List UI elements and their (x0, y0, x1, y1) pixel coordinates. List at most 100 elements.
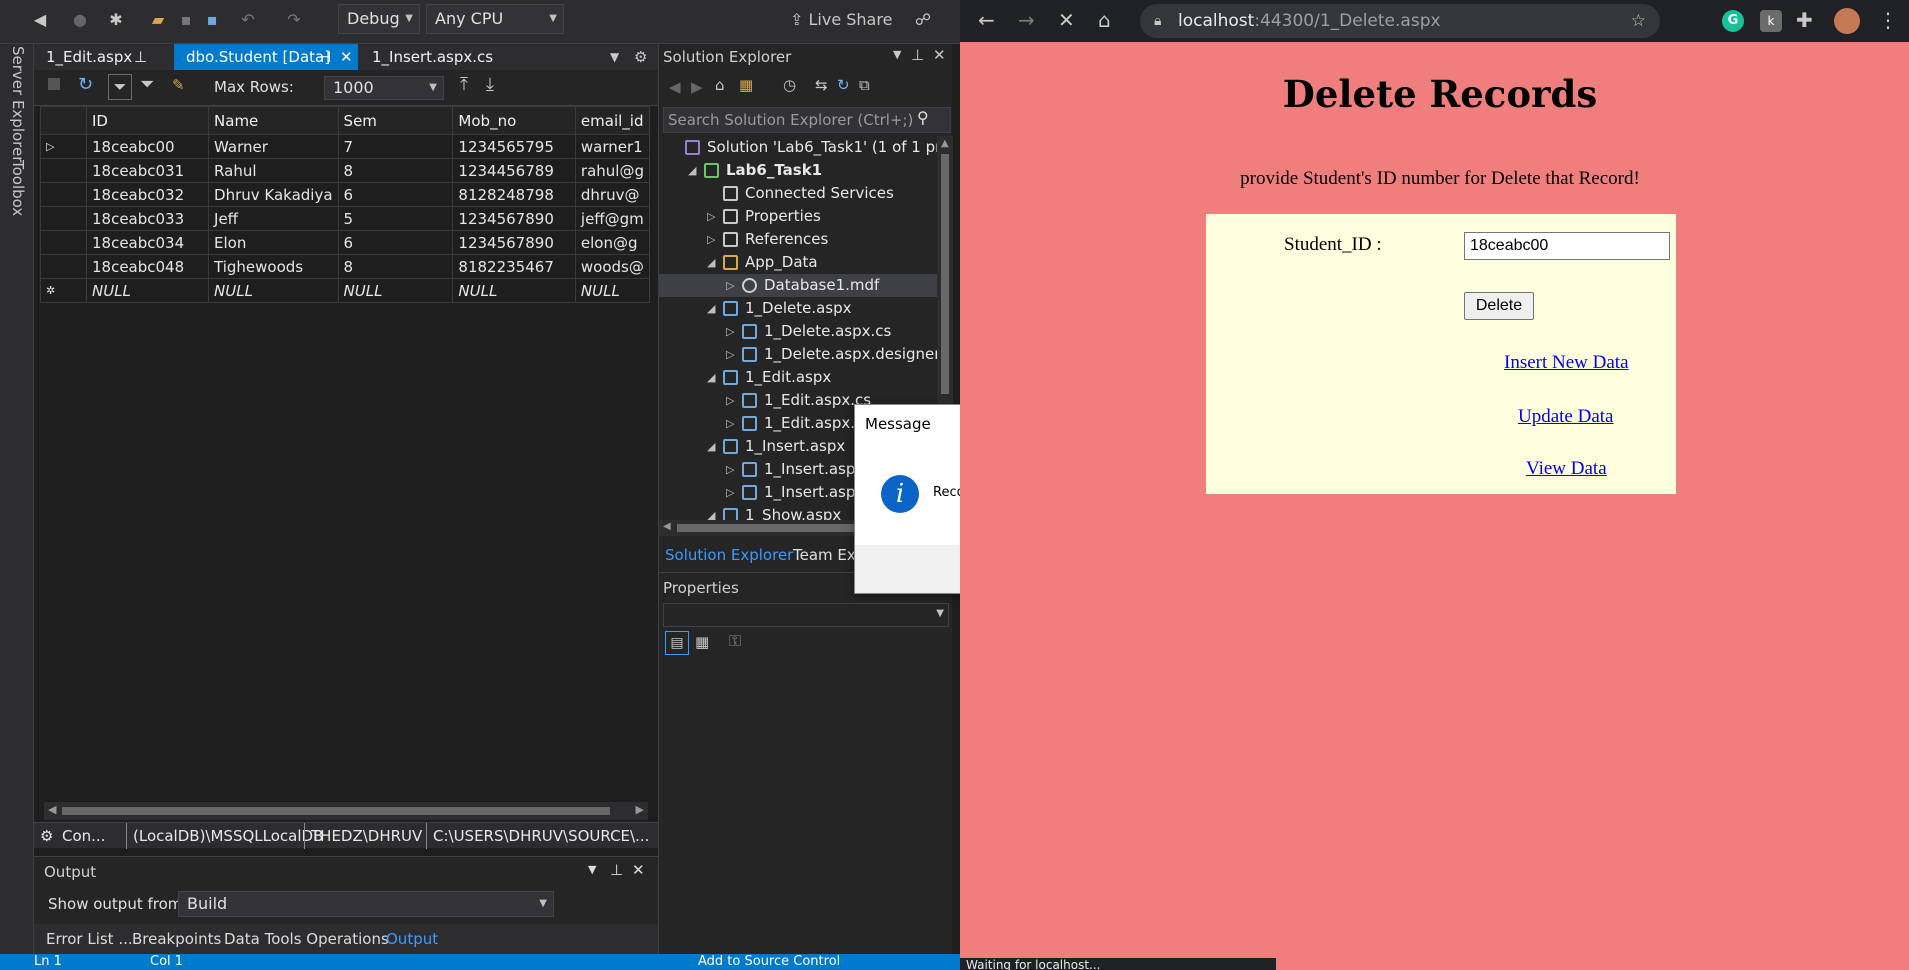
tree-item[interactable]: ▷ 1_Delete.aspx.designer.cs (659, 343, 937, 366)
home-icon[interactable]: ⌂ (715, 76, 725, 94)
cell[interactable]: 18ceabc032 (85, 182, 210, 207)
tree-item[interactable]: Solution 'Lab6_Task1' (1 of 1 project) (659, 136, 937, 159)
cell[interactable]: woods@ (574, 254, 650, 279)
cell[interactable]: 18ceabc048 (85, 254, 210, 279)
refresh-icon[interactable]: ↻ (78, 74, 93, 95)
property-pages-icon[interactable]: ⚿ (729, 631, 741, 651)
close-icon[interactable]: ✕ (933, 46, 946, 64)
output-dropdown-icon[interactable]: ▼ (588, 863, 596, 876)
import-icon[interactable]: ⤓ (486, 74, 494, 95)
tab-student-data[interactable]: dbo.Student [Data] ⊣ ✕ (174, 44, 358, 70)
scroll-up-icon[interactable]: ▲ (941, 138, 949, 149)
row-header-cell[interactable] (40, 182, 87, 207)
new-row[interactable]: ✲ NULL NULL NULL NULL NULL (40, 278, 650, 303)
address-bar[interactable]: 🔒︎ localhost:44300/1_Delete.aspx ☆ (1140, 4, 1660, 38)
cell[interactable]: 18ceabc031 (85, 158, 210, 183)
scroll-right-icon[interactable]: ▶ (636, 803, 644, 816)
null-cell[interactable]: NULL (452, 278, 576, 303)
filter-toggle-icon[interactable]: ⏷ (108, 74, 132, 100)
insert-new-data-link[interactable]: Insert New Data (1504, 352, 1629, 374)
table-row[interactable]: 18ceabc048 Tighewoods 8 8182235467 woods… (40, 254, 650, 279)
tab-breakpoints[interactable]: Breakpoints (132, 924, 221, 954)
home-icon[interactable]: ⌂ (1098, 8, 1111, 32)
forward-icon[interactable]: ▶ (691, 78, 703, 96)
output-source-select[interactable]: Build ▼ (178, 891, 554, 917)
row-header-cell[interactable] (40, 158, 87, 183)
cell[interactable]: 8182235467 (452, 254, 576, 279)
feedback-icon[interactable]: ☍ (912, 6, 934, 34)
expanded-arrow-icon[interactable]: ◢ (707, 435, 715, 458)
grid-horizontal-scrollbar[interactable]: ◀ ▶ (44, 802, 648, 820)
cell[interactable]: 1234565795 (452, 134, 576, 159)
expanded-arrow-icon[interactable]: ◢ (707, 297, 715, 320)
export-icon[interactable]: ⤒ (460, 74, 468, 95)
save-all-icon[interactable]: ▪ (202, 6, 222, 34)
close-icon[interactable]: ✕ (632, 861, 645, 879)
cell[interactable]: rahul@g (574, 158, 650, 183)
scroll-thumb[interactable] (941, 154, 949, 394)
scroll-left-icon[interactable]: ◀ (663, 521, 671, 532)
column-header-id[interactable]: ID (85, 106, 210, 135)
categorized-icon[interactable]: ▤ (665, 631, 689, 655)
back-icon[interactable]: ◀ (669, 78, 681, 96)
tab-error-list[interactable]: Error List ... (46, 924, 133, 954)
live-share-button[interactable]: ⇪ Live Share (790, 6, 904, 34)
menu-kebab-icon[interactable]: ⋮ (1878, 8, 1898, 32)
cell[interactable]: 8 (337, 254, 454, 279)
table-row[interactable]: ▷ 18ceabc00 Warner 7 1234565795 warner1 (40, 134, 650, 159)
filter-icon[interactable]: ⏷ (140, 74, 154, 95)
tree-item[interactable]: Connected Services (659, 182, 937, 205)
toolbox-tab[interactable]: Toolbox (9, 160, 27, 216)
table-row[interactable]: 18ceabc034 Elon 6 1234567890 elon@g (40, 230, 650, 255)
tree-item[interactable]: ◢ 1_Edit.aspx (659, 366, 937, 389)
expanded-arrow-icon[interactable]: ◢ (707, 251, 715, 274)
cell[interactable]: 18ceabc00 (85, 134, 210, 159)
cell[interactable]: warner1 (574, 134, 650, 159)
cell[interactable]: Rahul (208, 158, 339, 183)
scroll-thumb[interactable] (62, 807, 610, 815)
table-row[interactable]: 18ceabc032 Dhruv Kakadiya 6 8128248798 d… (40, 182, 650, 207)
collapsed-arrow-icon[interactable]: ▷ (726, 343, 734, 366)
server-explorer-tab[interactable]: Server Explorer (9, 46, 27, 162)
redo-icon[interactable]: ↷ (284, 6, 304, 34)
tab-1-insert-aspx-cs[interactable]: 1_Insert.aspx.cs (360, 44, 510, 70)
collapsed-arrow-icon[interactable]: ▷ (726, 320, 734, 343)
expanded-arrow-icon[interactable]: ◢ (688, 159, 696, 182)
puzzle-extensions-icon[interactable]: ✚ (1796, 8, 1813, 32)
max-rows-select[interactable]: 1000 ▼ (324, 76, 444, 100)
cell[interactable]: 6 (337, 230, 454, 255)
script-icon[interactable]: ✎ (172, 76, 185, 94)
cell[interactable]: 8128248798 (452, 182, 576, 207)
gear-icon[interactable]: ⚙ (634, 44, 647, 70)
column-header-email[interactable]: email_id (574, 106, 650, 135)
cell[interactable]: Warner (208, 134, 339, 159)
tree-item[interactable]: ◢ 1_Delete.aspx (659, 297, 937, 320)
cell[interactable]: 18ceabc034 (85, 230, 210, 255)
scroll-left-icon[interactable]: ◀ (48, 803, 56, 816)
tab-data-tools-operations[interactable]: Data Tools Operations (224, 924, 389, 954)
row-header-cell[interactable] (40, 206, 87, 231)
properties-object-select[interactable]: ▼ (663, 603, 949, 627)
extension-icon[interactable]: k (1760, 10, 1782, 32)
collapsed-arrow-icon[interactable]: ▷ (707, 228, 715, 251)
tab-solution-explorer[interactable]: Solution Explorer (665, 540, 793, 570)
platform-select[interactable]: Any CPU ▼ (426, 4, 564, 34)
collapsed-arrow-icon[interactable]: ▷ (726, 481, 734, 504)
pending-changes-icon[interactable]: ◷ (783, 76, 796, 94)
alphabetical-icon[interactable]: ▦ (695, 633, 709, 651)
tab-1-edit-aspx[interactable]: 1_Edit.aspx ⊥ (34, 44, 174, 70)
null-cell[interactable]: NULL (208, 278, 339, 303)
forward-arrow-icon[interactable]: → (1018, 8, 1035, 32)
column-header-mob-no[interactable]: Mob_no (452, 106, 576, 135)
configuration-select[interactable]: Debug ▼ (338, 4, 420, 34)
pin-icon[interactable]: ⊥ (134, 44, 147, 70)
sync-icon[interactable]: ⇆ (815, 76, 828, 94)
tree-item[interactable]: ▷ References (659, 228, 937, 251)
profile-avatar[interactable] (1834, 8, 1860, 34)
tree-item[interactable]: ▷ Database1.mdf (659, 274, 937, 297)
cell[interactable]: Jeff (208, 206, 339, 231)
null-cell[interactable]: NULL (85, 278, 210, 303)
collapsed-arrow-icon[interactable]: ▷ (707, 205, 715, 228)
table-row[interactable]: 18ceabc033 Jeff 5 1234567890 jeff@gm (40, 206, 650, 231)
stop-icon[interactable] (48, 78, 60, 90)
